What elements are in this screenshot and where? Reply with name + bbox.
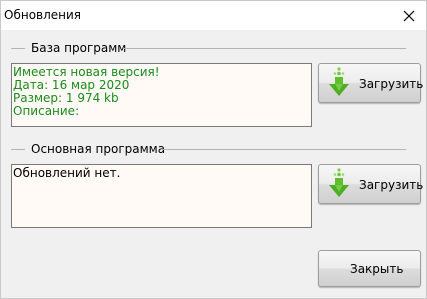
program-group-header: Основная программа <box>11 142 406 156</box>
close-button-label: Закрыть <box>350 262 404 276</box>
close-window-button[interactable] <box>392 1 426 30</box>
download-arrow-icon <box>329 67 349 96</box>
database-group-label: База программ <box>31 41 127 55</box>
download-arrow-icon <box>329 168 349 197</box>
database-info-box[interactable]: Имеется новая версия! Дата: 16 мар 2020 … <box>11 63 312 127</box>
program-group-label: Основная программа <box>31 142 166 156</box>
window-title: Обновления <box>4 8 82 22</box>
close-button[interactable]: Закрыть <box>318 250 421 287</box>
group-divider <box>161 149 406 150</box>
close-icon <box>403 10 415 21</box>
group-divider <box>123 48 406 49</box>
database-group-header: База программ <box>11 41 406 55</box>
info-line: Описание: <box>13 104 80 118</box>
download-program-button[interactable]: Загрузить <box>318 164 424 204</box>
download-button-label: Загрузить <box>359 178 424 192</box>
info-line: Обновлений нет. <box>13 166 121 180</box>
group-divider <box>11 48 25 49</box>
title-bar: Обновления <box>1 1 426 30</box>
download-button-label: Загрузить <box>359 77 424 91</box>
download-database-button[interactable]: Загрузить <box>318 63 424 103</box>
program-info-box[interactable]: Обновлений нет. <box>11 164 312 228</box>
updates-dialog: Обновления База программ Имеется новая в… <box>0 0 427 299</box>
group-divider <box>11 149 25 150</box>
